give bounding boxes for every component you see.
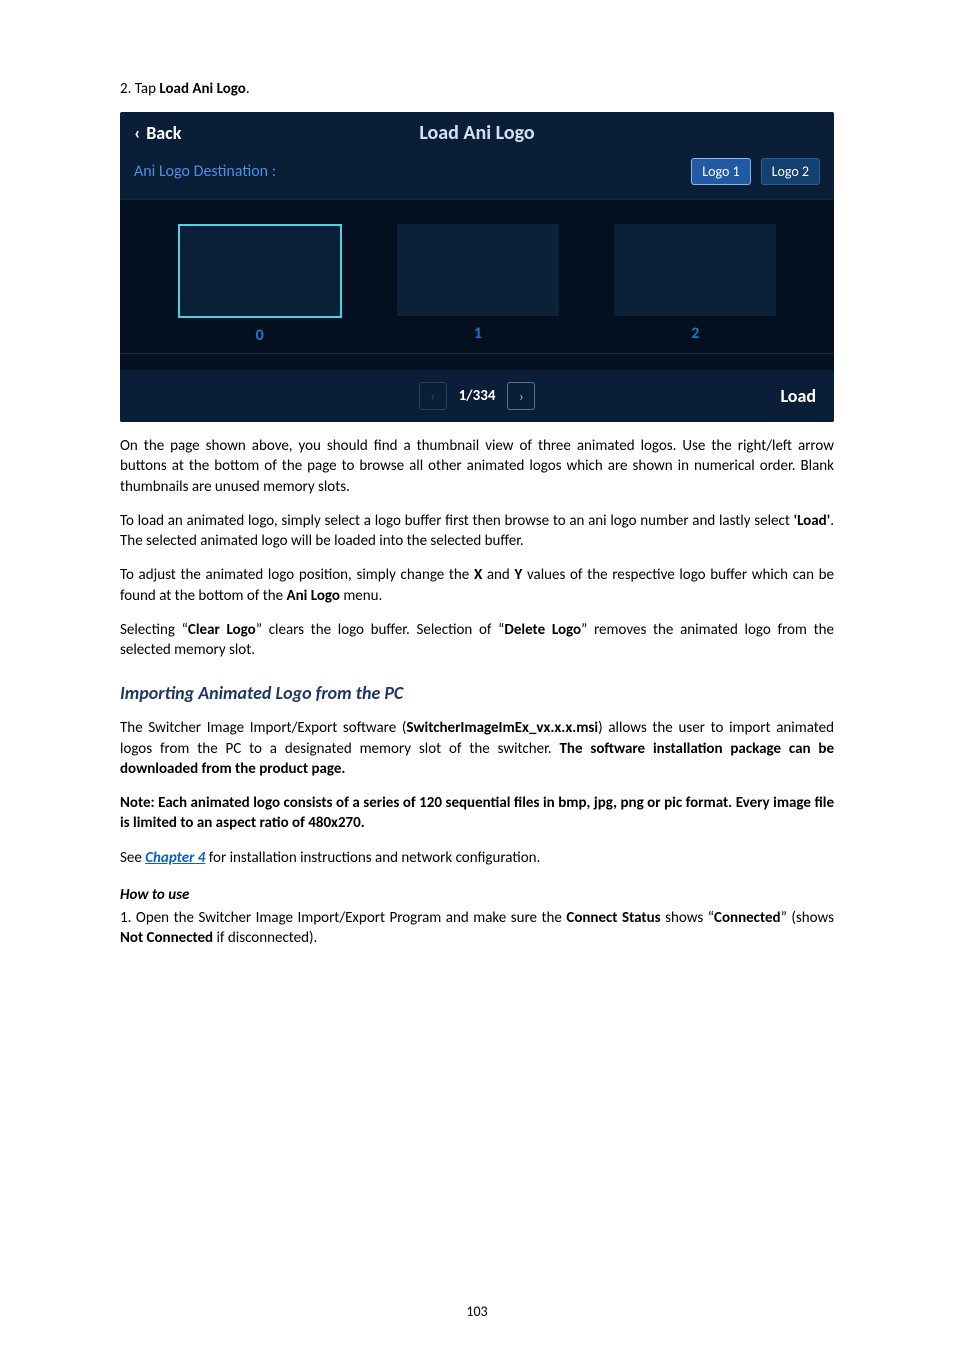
p3-ani: Ani Logo	[287, 587, 340, 605]
p5-msi: SwitcherImageImEx_vx.x.x.msi	[406, 719, 598, 737]
thumbnail-area: 0 1 2	[120, 200, 834, 370]
s1-cs: Connect Status	[566, 909, 660, 927]
paragraph-4: Selecting “Clear Logo” clears the logo b…	[120, 620, 834, 661]
how-to-use-heading: How to use	[120, 886, 834, 904]
paragraph-2: To load an animated logo, simply select …	[120, 511, 834, 552]
thumbnail-0-num: 0	[256, 326, 264, 345]
p4-pre: Selecting “	[120, 621, 188, 639]
pager-prev-button[interactable]: ‹	[419, 382, 447, 410]
back-button[interactable]: ‹ Back	[134, 122, 181, 144]
pager: ‹ 1/334 ›	[419, 382, 536, 410]
logo-1-button[interactable]: Logo 1	[691, 158, 750, 185]
s1-mid1: shows “	[661, 909, 714, 927]
paragraph-5: The Switcher Image Import/Export softwar…	[120, 718, 834, 779]
thumbnail-2-num: 2	[691, 324, 699, 343]
thumbnail-row: 0 1 2	[120, 224, 834, 345]
s1-post: if disconnected).	[213, 929, 317, 947]
pager-text: 1/334	[451, 385, 504, 407]
s1-pre: 1. Open the Switcher Image Import/Export…	[120, 909, 566, 927]
destination-buttons: Logo 1 Logo 2	[691, 158, 820, 185]
step2-suffix: .	[246, 80, 250, 98]
p2-pre: To load an animated logo, simply select …	[120, 512, 794, 530]
page-number: 103	[0, 1303, 954, 1320]
panel-title: Load Ani Logo	[120, 121, 834, 145]
thumbnail-0-box	[178, 224, 342, 318]
load-ani-logo-panel: ‹ Back Load Ani Logo Ani Logo Destinatio…	[120, 112, 834, 422]
p2-load: 'Load'	[794, 512, 831, 530]
how-to-step-1: 1. Open the Switcher Image Import/Export…	[120, 908, 834, 949]
thumbnail-1-box	[397, 224, 559, 316]
note-paragraph: Note: Each animated logo consists of a s…	[120, 793, 834, 834]
chevron-left-icon: ‹	[430, 388, 435, 405]
thumbnail-1-num: 1	[474, 324, 482, 343]
p3-pre: To adjust the animated logo position, si…	[120, 566, 474, 584]
paragraph-1: On the page shown above, you should find…	[120, 436, 834, 497]
thumbnail-2[interactable]: 2	[614, 224, 776, 345]
chapter-4-link[interactable]: Chapter 4	[145, 849, 205, 867]
see-post: for installation instructions and networ…	[205, 849, 540, 867]
p4-delete: Delete Logo	[504, 621, 581, 639]
p5-pre: The Switcher Image Import/Export softwar…	[120, 719, 406, 737]
see-pre: See	[120, 849, 145, 867]
thumbnail-separator	[120, 353, 834, 354]
thumbnail-0[interactable]: 0	[178, 224, 342, 345]
destination-label: Ani Logo Destination :	[134, 162, 276, 181]
p4-mid: ” clears the logo buffer. Selection of “	[256, 621, 505, 639]
load-button[interactable]: Load	[780, 385, 816, 407]
p3-mid1: and	[482, 566, 514, 584]
back-label: Back	[146, 122, 181, 144]
s1-mid2: ” (shows	[781, 909, 834, 927]
pager-next-button[interactable]: ›	[507, 382, 535, 410]
heading-importing: Importing Animated Logo from the PC	[120, 682, 834, 704]
logo-2-button[interactable]: Logo 2	[761, 158, 820, 185]
step-2-line: 2. Tap Load Ani Logo.	[120, 80, 834, 98]
p4-clear: Clear Logo	[188, 621, 256, 639]
destination-row: Ani Logo Destination : Logo 1 Logo 2	[120, 150, 834, 200]
chevron-left-icon: ‹	[134, 124, 140, 142]
chevron-right-icon: ›	[519, 388, 524, 405]
s1-connected: Connected	[714, 909, 781, 927]
panel-header: ‹ Back Load Ani Logo	[120, 112, 834, 150]
paragraph-3: To adjust the animated logo position, si…	[120, 565, 834, 606]
s1-notconnected: Not Connected	[120, 929, 213, 947]
p3-x: X	[474, 566, 482, 584]
step2-prefix: 2. Tap	[120, 80, 159, 98]
see-chapter-line: See Chapter 4 for installation instructi…	[120, 848, 834, 868]
step2-bold: Load Ani Logo	[159, 80, 245, 98]
panel-footer: ‹ 1/334 › Load	[120, 370, 834, 422]
thumbnail-1[interactable]: 1	[397, 224, 559, 345]
thumbnail-2-box	[614, 224, 776, 316]
p3-post: menu.	[340, 587, 382, 605]
